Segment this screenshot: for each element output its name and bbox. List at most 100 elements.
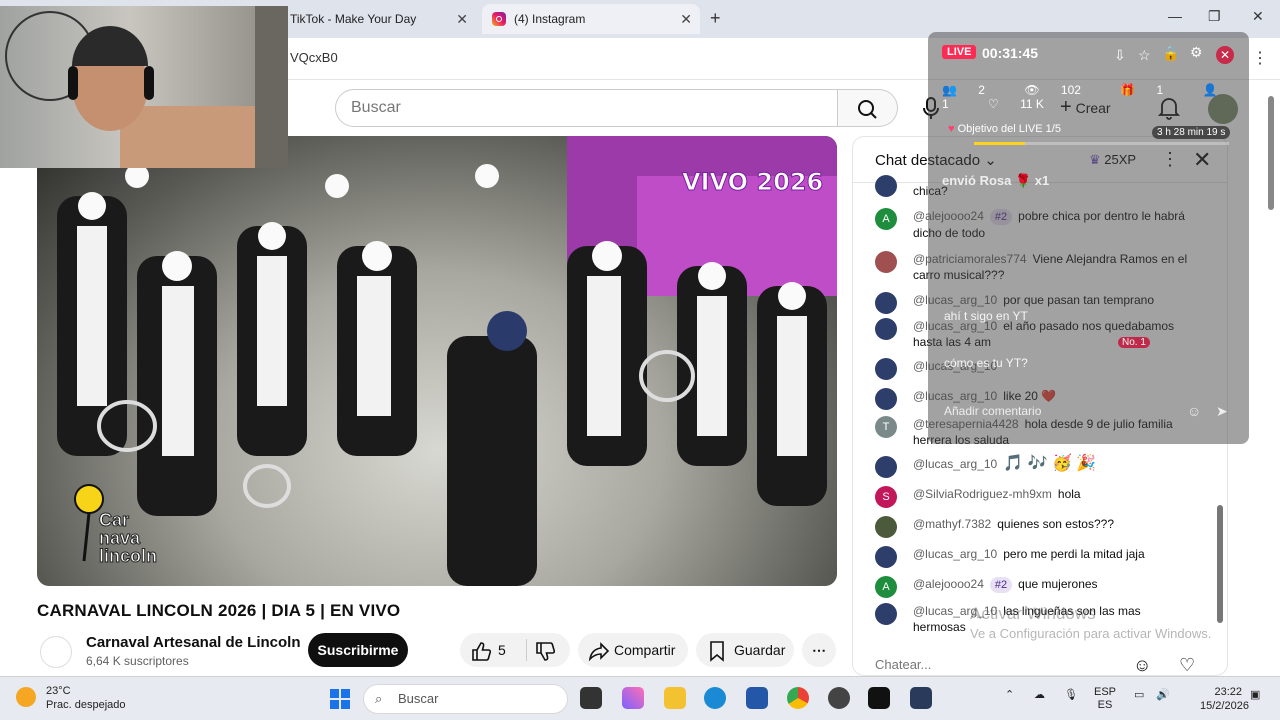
- clock-time: 23:22: [1214, 686, 1242, 698]
- chat-avatar: [875, 603, 897, 625]
- taskbar-search-placeholder: Buscar: [398, 691, 439, 706]
- chat-message: A @alejoooo24 #2 que mujerones: [875, 576, 1195, 598]
- notifications-icon[interactable]: ▣: [1250, 689, 1260, 702]
- carnaval-logo-text: Car nava lincoln: [99, 510, 158, 566]
- heart-icon: ♡: [988, 97, 1003, 111]
- people-icon: 👥: [942, 83, 961, 97]
- message-text: hola: [1057, 487, 1081, 501]
- maximize-icon[interactable]: ❐: [1208, 8, 1221, 25]
- like-divider: [526, 639, 527, 661]
- thumbs-up-icon[interactable]: [470, 640, 492, 662]
- close-window-icon[interactable]: ✕: [1252, 8, 1264, 25]
- volume-icon[interactable]: 🔊: [1156, 689, 1170, 702]
- message-author[interactable]: @lucas_arg_10: [913, 547, 997, 561]
- channel-avatar[interactable]: [40, 636, 72, 668]
- star-icon[interactable]: ☆: [1138, 47, 1151, 64]
- address-bar[interactable]: VQcxB0: [290, 50, 338, 65]
- tab-instagram[interactable]: (4) Instagram ✕: [482, 4, 700, 34]
- webcam-frame: [5, 6, 288, 168]
- close-tab-icon[interactable]: ✕: [456, 11, 468, 28]
- temperature: 23°C: [46, 685, 71, 697]
- search-button[interactable]: [838, 89, 898, 127]
- bookmark-icon: [710, 641, 724, 662]
- chat-scrollbar[interactable]: [1217, 505, 1223, 623]
- close-overlay-icon[interactable]: ✕: [1216, 46, 1234, 64]
- file-explorer-icon[interactable]: [664, 687, 686, 709]
- browser-menu-icon[interactable]: ⋮: [1252, 48, 1268, 68]
- taskbar-search[interactable]: ⌕ Buscar: [363, 684, 568, 714]
- gift-icon: 🎁: [1120, 83, 1139, 97]
- overlay-rank-badge: No. 1: [1118, 337, 1150, 348]
- settings-gear-icon[interactable]: ⚙: [1190, 44, 1203, 61]
- tab-tiktok[interactable]: TikTok - Make Your Day ✕: [280, 4, 476, 34]
- share-button[interactable]: Compartir: [578, 633, 688, 667]
- message-text: 🎵 🎶 🥳 🎉: [1003, 455, 1097, 472]
- chat-avatar: [875, 456, 897, 478]
- chat-input[interactable]: Chatear...: [875, 657, 931, 672]
- goal-progress: 1/5: [1045, 123, 1061, 135]
- goal-label: Objetivo del LIVE: [957, 123, 1043, 135]
- message-text: que mujerones: [1018, 577, 1098, 591]
- goal-timer: 3 h 28 min 19 s: [1152, 126, 1231, 139]
- chat-avatar: [875, 546, 897, 568]
- copilot-icon[interactable]: [622, 687, 644, 709]
- lock-icon[interactable]: 🔒: [1162, 45, 1179, 62]
- edge-icon[interactable]: [704, 687, 726, 709]
- weather-widget[interactable]: 23°C Prac. despejado: [46, 684, 126, 712]
- windows-taskbar: 23°C Prac. despejado ⌕ Buscar ⌃ ☁ 🎙 ESP …: [0, 676, 1280, 720]
- chat-message: @lucas_arg_10 pero me perdi la mitad jaja: [875, 546, 1195, 568]
- more-actions-icon[interactable]: ⋯: [802, 633, 836, 667]
- goal-progress-fill: [974, 142, 1025, 145]
- participants-stat: 👥 2: [942, 83, 985, 97]
- send-icon[interactable]: ➤: [1216, 403, 1228, 420]
- video-player[interactable]: VIVO 2026 Car nava lincoln: [37, 136, 837, 586]
- channel-name[interactable]: Carnaval Artesanal de Lincoln: [86, 634, 301, 651]
- live-goal[interactable]: ♥ Objetivo del LIVE 1/5: [948, 123, 1061, 135]
- weather-sun-icon[interactable]: [16, 687, 36, 707]
- activation-watermark-subtitle: Ve a Configuración para activar Windows.: [970, 626, 1212, 641]
- tray-expand-icon[interactable]: ⌃: [1005, 689, 1014, 702]
- clock-date: 15/2/2026: [1200, 700, 1249, 712]
- overlay-chat-message: ahí t sigo en YT: [944, 309, 1028, 323]
- chat-avatar: [875, 358, 897, 380]
- emoji-icon[interactable]: ☺: [1187, 403, 1201, 419]
- tiktok-icon[interactable]: [868, 687, 890, 709]
- message-author[interactable]: @lucas_arg_10: [913, 457, 997, 471]
- weather-condition: Prac. despejado: [46, 699, 126, 711]
- message-text: pero me perdi la mitad jaja: [1003, 547, 1145, 561]
- heart-icon[interactable]: ♡: [1179, 655, 1195, 675]
- video-title: CARNAVAL LINCOLN 2026 | DIA 5 | EN VIVO: [37, 601, 401, 620]
- store-icon[interactable]: [746, 687, 768, 709]
- streaming-app-icon[interactable]: [910, 687, 932, 709]
- microphone-icon[interactable]: 🎙: [1064, 689, 1078, 702]
- save-button[interactable]: Guardar: [696, 633, 794, 667]
- message-author[interactable]: @alejoooo24: [913, 577, 984, 591]
- language-indicator[interactable]: ESP ES: [1094, 686, 1116, 712]
- task-view-icon[interactable]: [580, 687, 602, 709]
- emoji-icon[interactable]: ☺: [1133, 655, 1151, 675]
- add-comment-input[interactable]: Añadir comentario: [944, 404, 1041, 418]
- instagram-icon: [492, 12, 506, 26]
- minimize-icon[interactable]: —: [1168, 8, 1182, 24]
- chat-avatar: [875, 292, 897, 314]
- youtube-search-input[interactable]: Buscar: [335, 89, 838, 127]
- chat-avatar: T: [875, 416, 897, 438]
- chrome-icon[interactable]: [787, 687, 809, 709]
- chat-message: S @SilviaRodriguez-mh9xm hola: [875, 486, 1195, 508]
- subscribe-button[interactable]: Suscribirme: [308, 633, 408, 667]
- thumbs-down-icon[interactable]: [534, 641, 556, 663]
- chat-avatar: A: [875, 208, 897, 230]
- display-icon[interactable]: ▭: [1134, 689, 1144, 702]
- likes-stat: ♡ 11 K: [988, 97, 1044, 111]
- chat-avatar: [875, 318, 897, 340]
- network-icon[interactable]: ☁: [1034, 689, 1045, 702]
- system-clock[interactable]: 23:22 15/2/2026: [1200, 685, 1249, 713]
- download-icon[interactable]: ⇩: [1114, 47, 1126, 64]
- close-tab-icon[interactable]: ✕: [680, 11, 692, 28]
- message-author[interactable]: @mathyf.7382: [913, 517, 991, 531]
- message-author[interactable]: @SilviaRodriguez-mh9xm: [913, 487, 1052, 501]
- new-tab-icon[interactable]: +: [710, 8, 721, 29]
- windows-start-icon[interactable]: [330, 689, 350, 709]
- page-scrollbar[interactable]: [1268, 96, 1274, 210]
- obs-icon[interactable]: [828, 687, 850, 709]
